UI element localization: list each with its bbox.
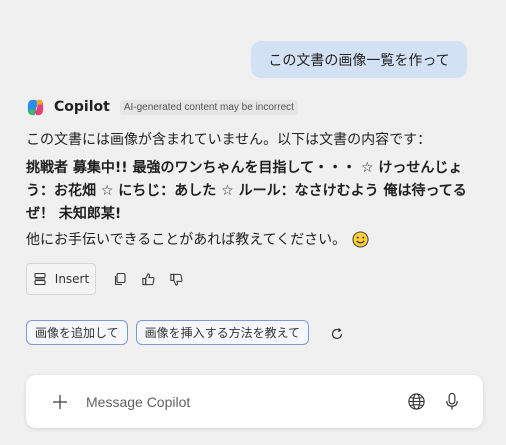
thumbs-down-button[interactable] bbox=[164, 267, 188, 291]
refresh-icon bbox=[331, 328, 343, 340]
assistant-closing-line: 他にお手伝いできることがあれば教えてください。 bbox=[26, 229, 369, 249]
smiling-face-icon bbox=[352, 230, 369, 248]
user-message-bubble: この文書の画像一覧を作って bbox=[251, 41, 467, 78]
insert-button[interactable]: Insert bbox=[26, 263, 96, 295]
thumbs-up-button[interactable] bbox=[136, 267, 160, 291]
web-search-button[interactable] bbox=[405, 391, 427, 413]
user-message-text: この文書の画像一覧を作って bbox=[268, 52, 450, 69]
copilot-logo-icon bbox=[27, 99, 44, 115]
ai-disclaimer-badge: AI-generated content may be incorrect bbox=[119, 99, 298, 115]
copy-icon bbox=[114, 272, 126, 286]
copy-button[interactable] bbox=[108, 267, 132, 291]
suggestion-add-image[interactable]: 画像を追加して bbox=[26, 319, 128, 345]
message-input[interactable] bbox=[86, 393, 405, 410]
refresh-suggestions-button[interactable] bbox=[325, 322, 349, 346]
assistant-intro-text: この文書には画像が含まれていません。以下は文書の内容です： bbox=[26, 132, 432, 148]
assistant-name: Copilot bbox=[54, 99, 110, 115]
document-content-text: 挑戦者 募集中!! 最強のワンちゃんを目指して・・・ ☆ けっせんじょう：お花畑… bbox=[26, 160, 467, 222]
response-actions: Insert bbox=[26, 263, 192, 295]
globe-icon bbox=[407, 393, 425, 410]
thumbs-down-icon bbox=[169, 273, 182, 286]
suggestion-chips: 画像を追加して 画像を挿入する方法を教えて bbox=[26, 318, 349, 346]
voice-input-button[interactable] bbox=[441, 391, 463, 413]
message-composer bbox=[26, 375, 483, 428]
insert-label: Insert bbox=[54, 272, 90, 286]
thumbs-up-icon bbox=[141, 272, 154, 285]
plus-icon bbox=[53, 394, 67, 409]
assistant-closing-text: 他にお手伝いできることがあれば教えてください。 bbox=[26, 232, 347, 248]
assistant-header: Copilot AI-generated content may be inco… bbox=[26, 97, 298, 117]
microphone-icon bbox=[446, 392, 458, 410]
insert-icon bbox=[34, 272, 46, 286]
add-attachment-button[interactable] bbox=[50, 392, 70, 412]
suggestion-insert-image-howto[interactable]: 画像を挿入する方法を教えて bbox=[135, 319, 310, 345]
